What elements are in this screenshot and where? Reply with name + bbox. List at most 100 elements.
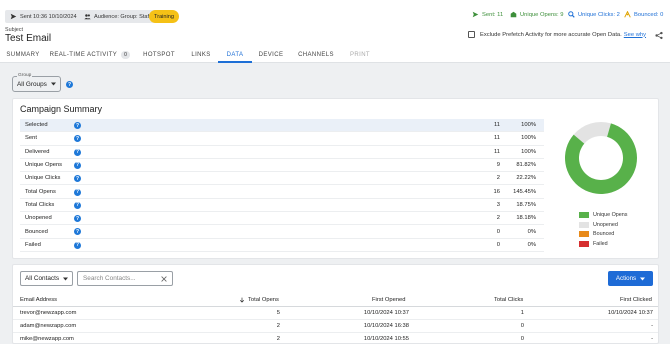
summary-row-count: 2 bbox=[496, 175, 500, 182]
summary-row-count: 0 bbox=[496, 228, 500, 235]
help-icon[interactable]: ? bbox=[66, 81, 73, 88]
cell-total-opens: 2 bbox=[276, 336, 280, 342]
clear-icon[interactable] bbox=[161, 275, 167, 282]
search-click-icon bbox=[568, 11, 575, 18]
tab-links[interactable]: LINKS bbox=[184, 47, 218, 63]
legend-swatch bbox=[579, 211, 589, 218]
stat-bounced-label: Bounced: 0 bbox=[634, 11, 664, 18]
table-row[interactable]: adam@newzapp.com 2 10/10/2024 16:38 0 - bbox=[13, 320, 658, 333]
group-select-value: All Groups bbox=[17, 80, 47, 88]
help-icon[interactable]: ? bbox=[74, 228, 81, 236]
see-why-link[interactable]: See why bbox=[624, 32, 646, 38]
help-icon[interactable]: ? bbox=[74, 122, 81, 129]
tab-hotspot-label: HOTSPOT bbox=[143, 52, 175, 58]
table-row[interactable]: mike@newzapp.com 2 10/10/2024 10:55 0 - bbox=[13, 333, 658, 343]
legend-item[interactable]: Unique Opens bbox=[579, 210, 627, 220]
share-icon[interactable] bbox=[655, 31, 663, 40]
legend-item[interactable]: Unopened bbox=[579, 220, 627, 230]
tab-channels[interactable]: CHANNELS bbox=[290, 47, 342, 63]
tab-data-label: DATA bbox=[226, 52, 244, 58]
help-icon[interactable]: ? bbox=[74, 241, 81, 249]
help-icon[interactable]: ? bbox=[74, 175, 81, 183]
legend-swatch bbox=[579, 240, 589, 247]
group-select[interactable]: All Groups bbox=[12, 76, 61, 92]
table-row[interactable]: trevor@newzapp.com 5 10/10/2024 10:37 1 10/1… bbox=[13, 307, 658, 320]
col-first-opened[interactable]: First Opened bbox=[372, 294, 406, 306]
tab-count-badge: 0 bbox=[121, 51, 131, 59]
stat-sent-label: Sent: 11 bbox=[482, 11, 504, 18]
open-envelope-icon bbox=[510, 11, 517, 18]
search-contacts-field[interactable]: Search Contacts... bbox=[77, 271, 173, 286]
cell-total-clicks: 1 bbox=[520, 310, 524, 316]
help-icon[interactable]: ? bbox=[74, 188, 81, 196]
cell-email: trevor@newzapp.com bbox=[20, 310, 77, 316]
cell-first-opened: 10/10/2024 10:55 bbox=[363, 336, 409, 342]
col-total-clicks[interactable]: Total Clicks bbox=[494, 294, 523, 306]
summary-row: Bounced? 0 0% bbox=[20, 225, 544, 239]
help-icon[interactable]: ? bbox=[74, 148, 81, 156]
summary-row: Sent? 11 100% bbox=[20, 132, 544, 146]
send-icon bbox=[10, 13, 17, 20]
actions-button[interactable]: Actions bbox=[608, 271, 653, 286]
tab-summary[interactable]: SUMMARY bbox=[0, 47, 46, 63]
summary-row-count: 16 bbox=[493, 188, 500, 195]
col-email-address[interactable]: Email Address bbox=[20, 294, 57, 306]
legend-item[interactable]: Bounced bbox=[579, 229, 627, 239]
sort-arrow-down-icon bbox=[239, 297, 245, 303]
stat-unique-opens-label: Unique Opens: 9 bbox=[520, 11, 564, 18]
summary-row-count: 11 bbox=[493, 122, 500, 129]
col-total-clicks-label: Total Clicks bbox=[494, 297, 524, 303]
legend-swatch bbox=[579, 231, 589, 238]
summary-row-count: 3 bbox=[496, 201, 500, 208]
summary-row: Failed? 0 0% bbox=[20, 239, 544, 252]
tab-real-time-activity[interactable]: REAL-TIME ACTIVITY 0 bbox=[46, 47, 134, 63]
audience-chip-label: Audience: Group: Staff bbox=[94, 13, 151, 20]
summary-row-count: 0 bbox=[496, 241, 500, 248]
subject-title: Test Email bbox=[5, 33, 52, 44]
summary-row-label: Failed bbox=[25, 241, 41, 248]
stat-unique-clicks: Unique Clicks: 2 bbox=[568, 11, 620, 18]
search-contacts-input[interactable]: Search Contacts... bbox=[83, 275, 136, 282]
group-icon bbox=[84, 14, 91, 20]
summary-row-percent: 81.82% bbox=[516, 162, 536, 169]
help-icon[interactable]: ? bbox=[74, 201, 81, 209]
tab-device[interactable]: DEVICE bbox=[252, 47, 290, 63]
contacts-filter-select[interactable]: All Contacts bbox=[20, 271, 73, 286]
chart-legend: Unique Opens Unopened Bounced Failed bbox=[579, 210, 627, 249]
summary-row-percent: 145.45% bbox=[513, 188, 536, 195]
tab-hotspot[interactable]: HOTSPOT bbox=[134, 47, 184, 63]
summary-row-percent: 0% bbox=[527, 241, 536, 248]
col-total-opens-label: Total Opens bbox=[248, 297, 279, 303]
cell-first-opened: 10/10/2024 10:37 bbox=[363, 310, 409, 316]
col-first-clicked[interactable]: First Clicked bbox=[620, 294, 652, 306]
summary-row-label: Selected bbox=[25, 122, 48, 129]
group-select-label: Group bbox=[17, 73, 33, 78]
summary-row-percent: 100% bbox=[521, 135, 536, 142]
help-icon[interactable]: ? bbox=[74, 135, 81, 143]
sent-chip[interactable]: Sent 10:36 10/10/2024 bbox=[5, 10, 82, 23]
opens-donut-chart bbox=[565, 122, 637, 194]
cell-first-clicked: 10/10/2024 10:37 bbox=[607, 310, 653, 316]
tab-data[interactable]: DATA bbox=[218, 47, 252, 63]
cell-total-opens: 2 bbox=[276, 323, 280, 329]
summary-row-percent: 22.22% bbox=[516, 175, 536, 182]
summary-row-count: 9 bbox=[496, 162, 500, 169]
summary-row: Unique Opens? 9 81.82% bbox=[20, 159, 544, 173]
tab-device-label: DEVICE bbox=[258, 52, 284, 58]
tab-print[interactable]: PRINT bbox=[342, 47, 378, 63]
exclude-prefetch-checkbox[interactable] bbox=[468, 31, 475, 38]
stat-bounced: Bounced: 0 bbox=[624, 11, 663, 18]
cell-total-opens: 5 bbox=[276, 310, 280, 316]
summary-row-percent: 100% bbox=[521, 148, 536, 155]
help-icon[interactable]: ? bbox=[74, 215, 81, 223]
help-icon[interactable]: ? bbox=[74, 161, 81, 169]
campaign-header: Sent 10:36 10/10/2024 Audience: Group: S… bbox=[0, 0, 670, 63]
summary-row: Unique Clicks? 2 22.22% bbox=[20, 172, 544, 186]
summary-row-label: Unopened bbox=[25, 215, 52, 222]
caret-down-icon bbox=[51, 82, 56, 86]
legend-label: Unopened bbox=[593, 221, 618, 228]
audience-chip[interactable]: Audience: Group: Staff bbox=[79, 10, 156, 23]
col-total-opens[interactable]: Total Opens bbox=[239, 294, 279, 306]
legend-item[interactable]: Failed bbox=[579, 239, 627, 249]
cell-email: adam@newzapp.com bbox=[20, 323, 77, 329]
